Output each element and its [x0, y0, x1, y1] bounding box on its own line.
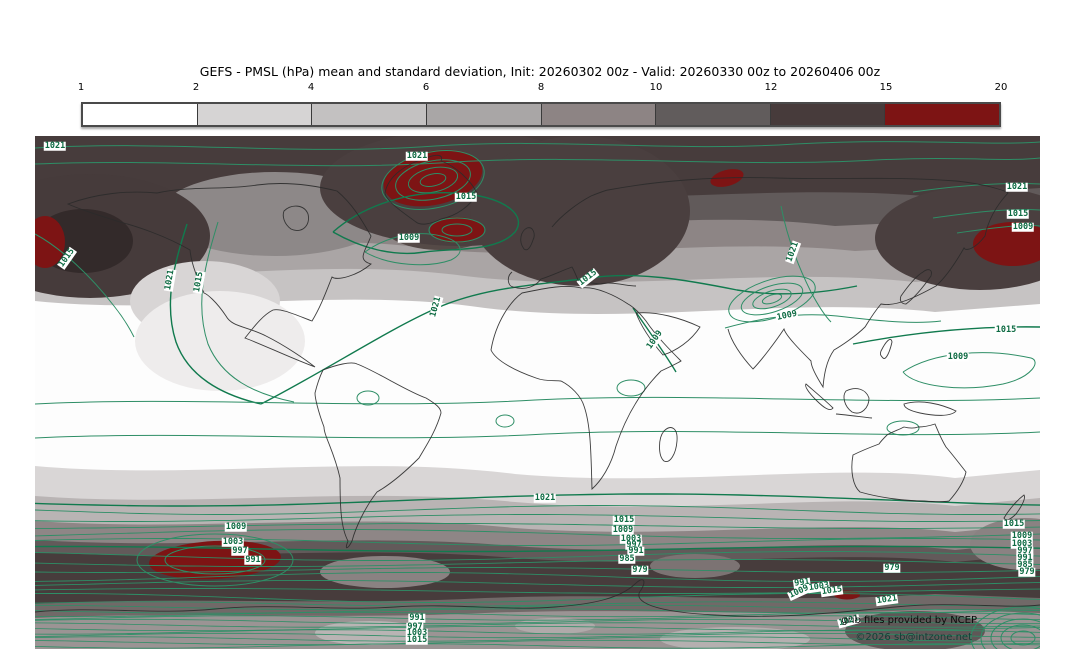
colorbar-segment: [541, 104, 656, 125]
colorbar-tick: 6: [423, 82, 429, 93]
attribution-ncep: grib files provided by NCEP: [841, 615, 977, 626]
colorbar-segment: [426, 104, 541, 125]
colorbar-tick: 1: [78, 82, 84, 93]
colorbar-segment: [197, 104, 312, 125]
colorbar-tick: 2: [193, 82, 199, 93]
colorbar-tick: 15: [880, 82, 893, 93]
colorbar-segment: [311, 104, 426, 125]
page-root: GEFS - PMSL (hPa) mean and standard devi…: [0, 0, 1080, 658]
colorbar-segment: [770, 104, 885, 125]
colorbar-segment: [655, 104, 770, 125]
colorbar: [81, 102, 1001, 127]
weather-map: 1021102110151009101510211015101510211021…: [35, 136, 1040, 649]
map-svg: [35, 136, 1040, 649]
colorbar-tick: 20: [995, 82, 1008, 93]
colorbar-tick: 12: [765, 82, 778, 93]
colorbar-tick: 4: [308, 82, 314, 93]
figure-title: GEFS - PMSL (hPa) mean and standard devi…: [0, 64, 1080, 79]
colorbar-tick: 10: [650, 82, 663, 93]
colorbar-segment: [83, 104, 197, 125]
colorbar-tick-row: 1246810121520: [81, 82, 1001, 96]
attribution-copyright: ©2026 sb@intzone.net: [855, 632, 972, 643]
colorbar-segment: [884, 104, 999, 125]
colorbar-tick: 8: [538, 82, 544, 93]
